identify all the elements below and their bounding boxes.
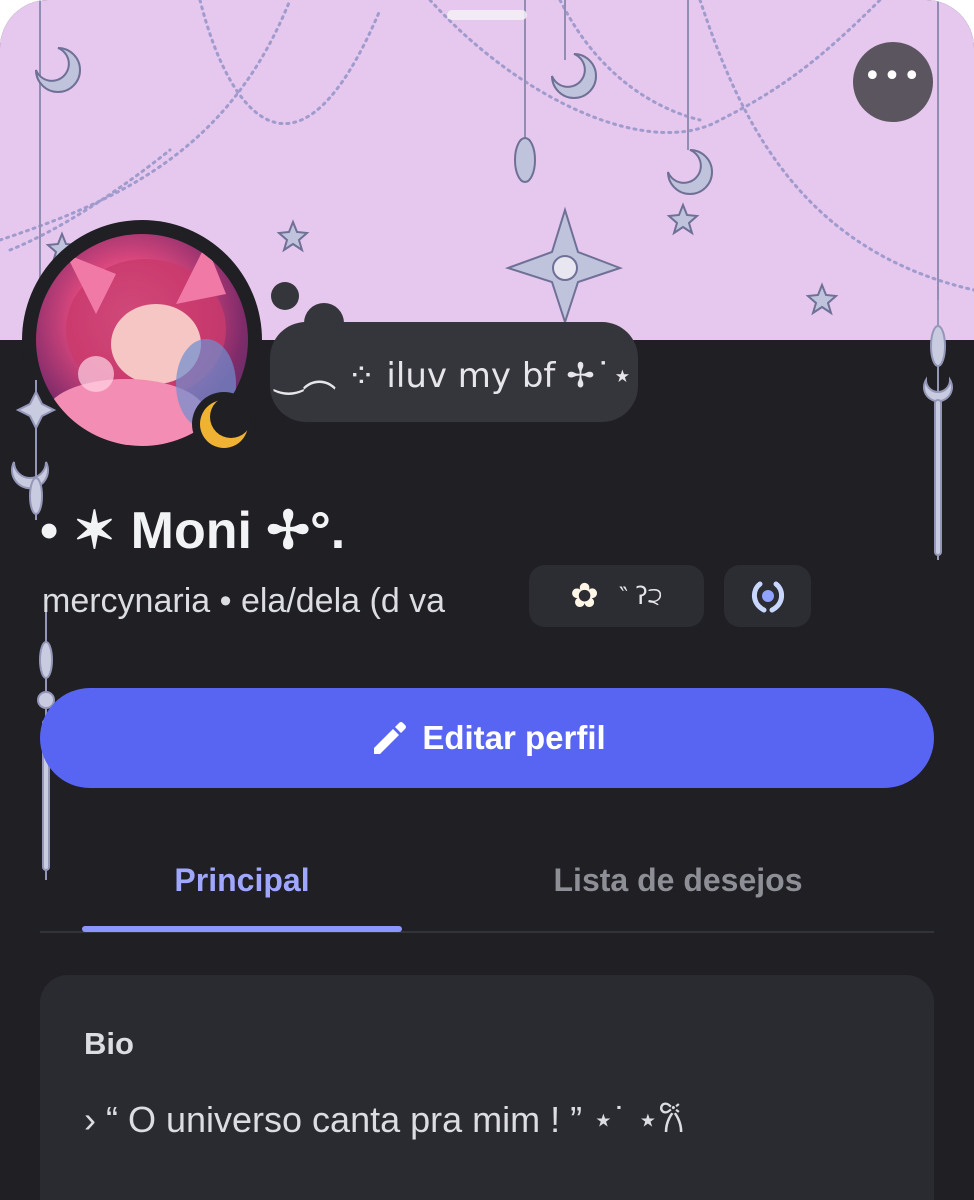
pencil-icon bbox=[374, 722, 407, 754]
tab-principal[interactable]: Principal bbox=[82, 850, 402, 910]
custom-status-bubble[interactable]: ‿︵ ⁘ iluv my bf ✢˙⋆ bbox=[270, 322, 638, 422]
laurel-badge-icon bbox=[751, 581, 784, 613]
server-tag-text: ‶ ʔ੨ bbox=[618, 582, 663, 610]
profile-badge-chip[interactable] bbox=[724, 565, 811, 627]
idle-moon-icon-mask bbox=[210, 396, 252, 438]
profile-sheet: ••• ‿︵ ⁘ iluv my bf ✢˙⋆ • ✶ Moni ✢°. mer… bbox=[0, 0, 974, 1200]
display-name: • ✶ Moni ✢°. bbox=[40, 502, 346, 560]
sheet-drag-handle[interactable] bbox=[447, 10, 527, 20]
username-pronouns: mercynaria • ela/dela (d va bbox=[42, 582, 446, 620]
more-horizontal-icon: ••• bbox=[863, 59, 923, 94]
custom-status-text: ‿︵ ⁘ iluv my bf ✢˙⋆ bbox=[275, 355, 633, 396]
flower-icon: ✿ bbox=[570, 576, 599, 616]
hanging-charm-right-decoration bbox=[923, 300, 953, 560]
edit-profile-label: Editar perfil bbox=[422, 719, 606, 756]
edit-profile-button[interactable]: Editar perfil bbox=[40, 688, 934, 788]
bio-card bbox=[40, 975, 934, 1200]
bio-text: › “ O universo canta pra mim ! ” ⋆˙ ⋆𐙚 bbox=[84, 1099, 685, 1140]
bio-title: Bio bbox=[84, 1026, 134, 1061]
status-bubble-tail-small bbox=[271, 282, 299, 310]
active-tab-indicator bbox=[82, 926, 402, 932]
tab-lista-de-desejos[interactable]: Lista de desejos bbox=[518, 850, 838, 910]
server-tag-chip[interactable]: ✿ ‶ ʔ੨ bbox=[529, 565, 704, 627]
more-options-button[interactable]: ••• bbox=[853, 42, 933, 122]
